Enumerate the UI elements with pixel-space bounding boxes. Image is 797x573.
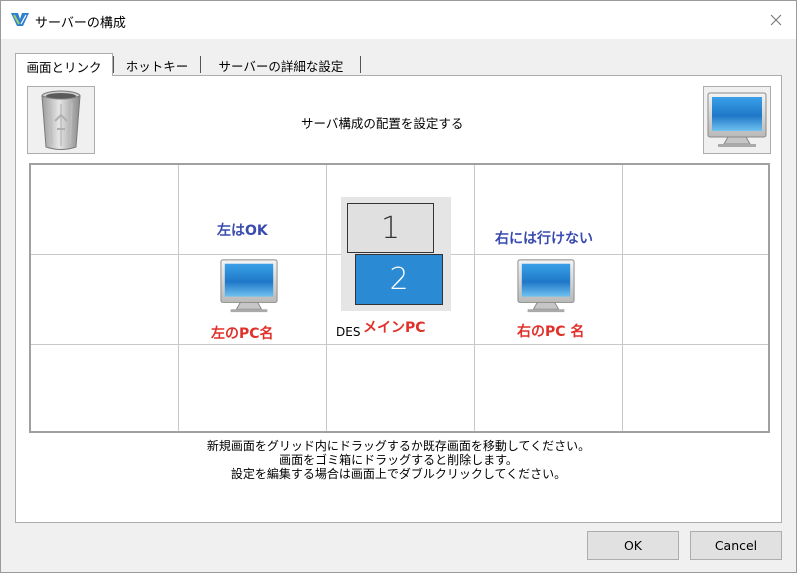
left-pc-monitor-icon[interactable] [219, 258, 279, 314]
tab-advanced-server-settings[interactable]: サーバーの詳細な設定 [202, 53, 360, 75]
server-config-window: サーバーの構成 画面とリンク ホットキー サーバーの詳細な設定 サーバ構成の配置… [0, 0, 797, 573]
grid-line [326, 165, 327, 431]
new-screen-button[interactable] [703, 86, 771, 154]
grid-line [31, 344, 768, 345]
title-bar: サーバーの構成 [1, 1, 796, 39]
display-number: 2 [389, 262, 409, 297]
display-number: 1 [380, 210, 401, 246]
monitor-icon [707, 92, 767, 147]
annotation-main-pc: メインPC [363, 320, 426, 336]
instruction-line: 画面をゴミ箱にドラッグすると削除します。 [279, 453, 518, 467]
display-1[interactable]: 1 [347, 203, 434, 253]
instruction-line: 新規画面をグリッド内にドラッグするか既存画面を移動してください。 [206, 439, 591, 453]
tab-label: 画面とリンク [26, 60, 102, 75]
layout-heading: サーバ構成の配置を設定する [301, 116, 464, 131]
tab-label: サーバーの詳細な設定 [218, 59, 344, 74]
main-pc-displays[interactable]: 1 2 [341, 197, 451, 311]
close-button[interactable] [762, 7, 790, 33]
tab-divider [360, 56, 361, 73]
tab-screens-and-links[interactable]: 画面とリンク [15, 53, 113, 76]
tab-label: ホットキー [125, 59, 189, 74]
window-title: サーバーの構成 [35, 16, 126, 31]
trash-button[interactable] [27, 86, 95, 154]
tab-hotkeys[interactable]: ホットキー [115, 53, 199, 75]
instructions: 新規画面をグリッド内にドラッグするか既存画面を移動してください。 画面をゴミ箱に… [15, 439, 782, 481]
instruction-line: 設定を編集する場合は画面上でダブルクリックしてください。 [230, 467, 567, 481]
close-icon [770, 14, 782, 26]
cancel-button[interactable]: Cancel [690, 531, 782, 560]
annotation-left-pc-name: 左のPC名 [211, 326, 274, 342]
display-2[interactable]: 2 [355, 254, 443, 305]
annotation-left-ok: 左はOK [217, 223, 268, 239]
tab-divider [200, 56, 201, 73]
grid-line [622, 165, 623, 431]
tab-divider [113, 56, 114, 73]
grid-line [178, 165, 179, 431]
app-logo-icon [11, 13, 29, 26]
recycle-bin-icon [41, 90, 81, 150]
annotation-right-cannot: 右には行けない [495, 231, 593, 247]
grid-line [474, 165, 475, 431]
annotation-right-pc-name: 右のPC 名 [517, 324, 585, 340]
right-pc-monitor-icon[interactable] [516, 258, 576, 314]
ok-button[interactable]: OK [587, 531, 679, 560]
